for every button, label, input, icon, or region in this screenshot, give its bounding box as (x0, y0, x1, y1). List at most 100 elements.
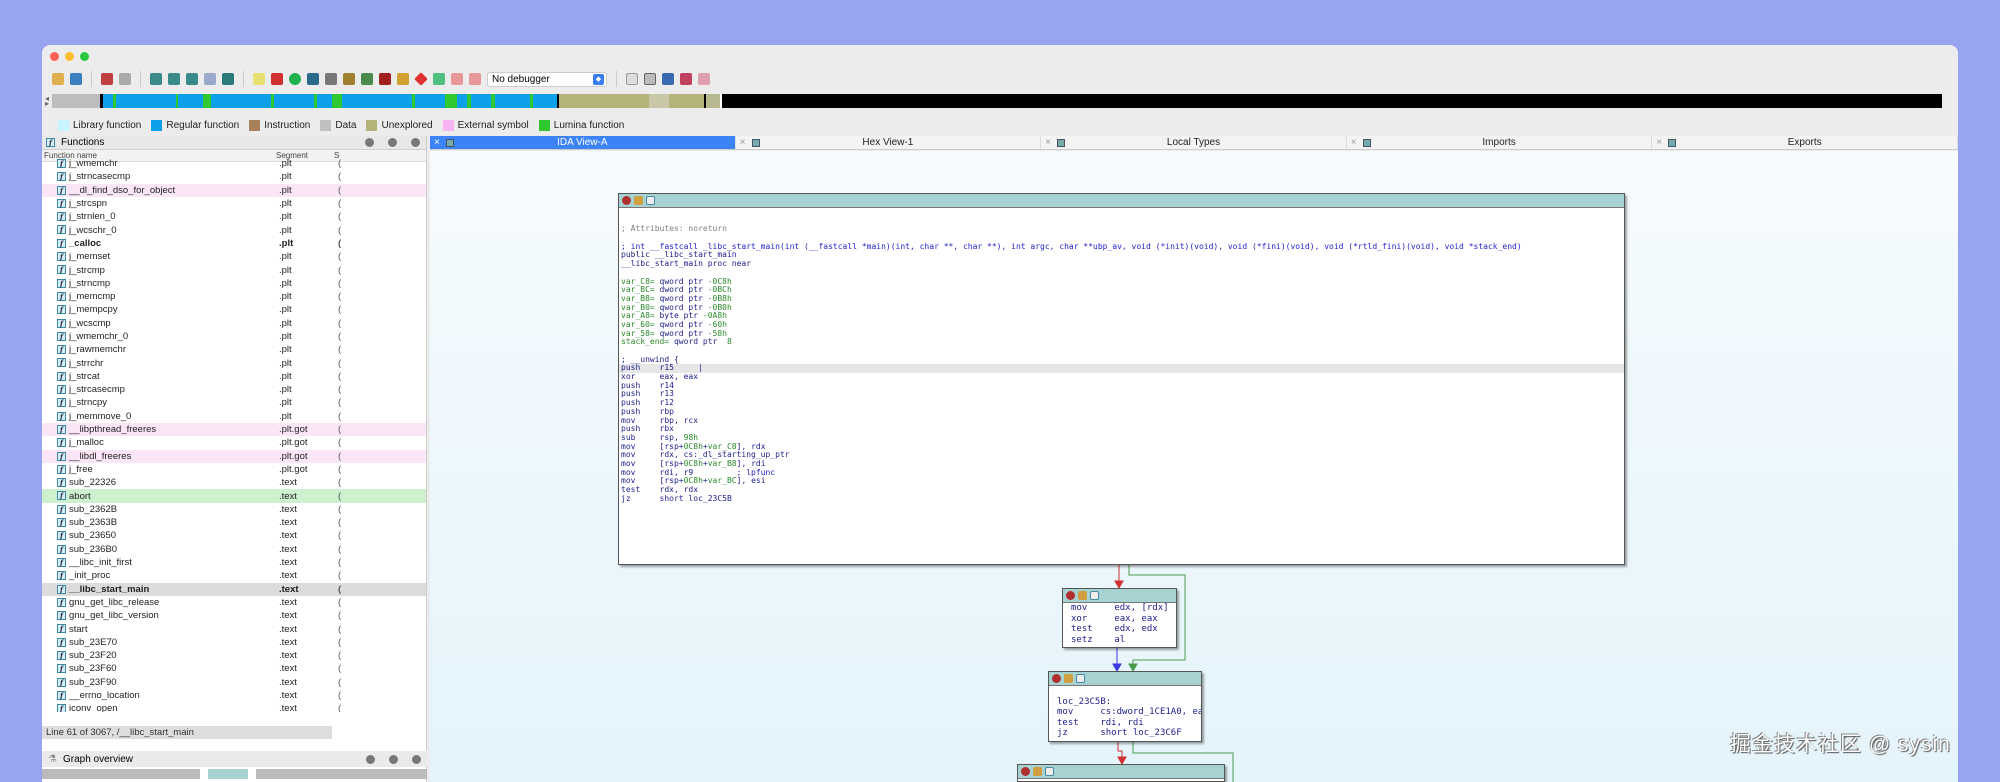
function-row[interactable]: f j_malloc .plt.got ( (42, 436, 426, 449)
function-row[interactable]: f sub_23F20 .text ( (42, 649, 426, 662)
group-node-icon[interactable] (1076, 674, 1085, 683)
function-row[interactable]: f j_strncpy .plt ( (42, 396, 426, 409)
asm-line[interactable]: var_B8= qword ptr -0B8h (619, 294, 1624, 304)
rename-node-icon[interactable] (634, 196, 643, 205)
function-row[interactable]: f sub_2362B .text ( (42, 503, 426, 516)
asm-line[interactable]: loc_23C5B: (1049, 697, 1201, 708)
asm-line[interactable]: xor eax, eax (1063, 614, 1176, 625)
function-row[interactable]: f j_wmemchr_0 .plt ( (42, 330, 426, 343)
tab-ida-view-a[interactable]: × IDA View-A (430, 136, 736, 149)
function-row[interactable]: f j_memmove_0 .plt ( (42, 410, 426, 423)
asm-line[interactable]: push r13 (619, 390, 1624, 399)
segment-icon[interactable] (271, 73, 283, 85)
asm-line[interactable]: stack_end= qword ptr 8 (619, 337, 1624, 347)
asm-line[interactable]: mov rdi, r9 ; lpfunc (619, 468, 1624, 478)
data-icon[interactable] (204, 73, 216, 85)
function-row[interactable]: f iconv_open .text ( (42, 702, 426, 712)
asm-line[interactable] (619, 347, 1624, 356)
string-icon[interactable] (253, 73, 265, 85)
function-row[interactable]: f __libc_init_first .text ( (42, 556, 426, 569)
decompile-icon[interactable] (644, 73, 656, 85)
function-row[interactable]: f sub_2363B .text ( (42, 516, 426, 529)
function-row[interactable]: f gnu_get_libc_version .text ( (42, 609, 426, 622)
asm-line[interactable]: var_C8= qword ptr -0C8h (619, 277, 1624, 287)
asm-line[interactable]: ; __unwind { (619, 355, 1624, 365)
asm-line[interactable] (619, 269, 1624, 278)
function-row[interactable]: f sub_23F90 .text ( (42, 676, 426, 689)
debugger-select[interactable]: No debugger ◆ (487, 71, 607, 87)
tab-imports[interactable]: × Imports (1347, 136, 1653, 149)
function-row[interactable]: f _calloc .plt ( (42, 237, 426, 250)
asm-line[interactable]: sub rsp, 98h (619, 433, 1624, 443)
asm-line[interactable]: jz short loc_23C6F (1049, 728, 1201, 739)
asm-line[interactable]: ; Attributes: noreturn (619, 225, 1624, 234)
rename-node-icon[interactable] (1078, 591, 1087, 600)
function-row[interactable]: f __libc_start_main .text ( (42, 582, 426, 596)
asm-line[interactable]: mov rbp, rcx (619, 416, 1624, 426)
asm-line[interactable]: public __libc_start_main (619, 251, 1624, 260)
asm-line[interactable]: ; int __fastcall _libc_start_main(int (_… (619, 242, 1624, 252)
code-icon[interactable] (186, 73, 198, 85)
panel-close-icon[interactable] (411, 138, 420, 147)
asm-line[interactable]: mov edx, [rdx] (1063, 603, 1176, 614)
list-icon[interactable] (680, 73, 692, 85)
function-row[interactable]: f j_wmemchr .plt ( (42, 157, 426, 170)
binary-icon[interactable] (168, 73, 180, 85)
graph-overview-canvas[interactable] (42, 769, 427, 779)
asm-line[interactable]: test rdx, rdx (619, 485, 1624, 495)
panel-float-icon[interactable] (389, 754, 398, 764)
function-row[interactable]: f j_rawmemchr .plt ( (42, 343, 426, 356)
asm-line[interactable]: xor eax, eax (619, 372, 1624, 382)
function-row[interactable]: f j_strncasecmp .plt ( (42, 170, 426, 183)
function-row[interactable]: f _init_proc .text ( (42, 569, 426, 582)
asm-line[interactable]: jz short loc_23C5B (619, 494, 1624, 504)
terminate-icon[interactable] (469, 73, 481, 85)
jump-icon[interactable] (222, 73, 234, 85)
panel-menu-icon[interactable] (365, 138, 374, 147)
patch-icon[interactable] (343, 73, 355, 85)
function-icon[interactable] (289, 73, 301, 85)
struct-icon[interactable] (307, 73, 319, 85)
stop-icon[interactable] (414, 72, 428, 86)
asm-line[interactable]: var_B0= qword ptr -0B0h (619, 303, 1624, 313)
function-row[interactable]: f j_wcscmp .plt ( (42, 317, 426, 330)
asm-line[interactable]: push rbp (619, 407, 1624, 417)
panel-close-icon[interactable] (412, 754, 421, 764)
group-node-icon[interactable] (1090, 591, 1099, 600)
open-icon[interactable] (52, 73, 64, 85)
function-row[interactable]: f sub_22326 .text ( (42, 476, 426, 489)
minimize-window-button[interactable] (65, 52, 74, 61)
group-node-icon[interactable] (1045, 767, 1054, 776)
function-row[interactable]: f j_strnlen_0 .plt ( (42, 210, 426, 223)
ida-view-graph[interactable]: ; Attributes: noreturn ; int __fastcall … (430, 151, 1958, 782)
asm-line[interactable] (1049, 686, 1201, 697)
code-block-libc-start-main[interactable]: ; Attributes: noreturn ; int __fastcall … (618, 193, 1625, 565)
zoom-window-button[interactable] (80, 52, 89, 61)
color-node-icon[interactable] (1066, 591, 1075, 600)
tab-close-icon[interactable]: × (1045, 136, 1051, 150)
function-row[interactable]: f __dl_find_dso_for_object .plt ( (42, 183, 426, 197)
asm-line[interactable] (619, 208, 1624, 217)
tab-close-icon[interactable]: × (434, 136, 440, 150)
tab-close-icon[interactable]: × (1351, 136, 1357, 150)
asm-line[interactable]: test edx, edx (1063, 624, 1176, 635)
asm-line[interactable]: var_60= qword ptr -60h (619, 320, 1624, 330)
asm-line[interactable]: mov cs:dword_1CE1A0, eax (1049, 707, 1201, 718)
function-row[interactable]: f j_memcmp .plt ( (42, 290, 426, 303)
close-window-button[interactable] (50, 52, 59, 61)
pause-icon[interactable] (451, 73, 463, 85)
functions-list[interactable]: f j_wmemchr .plt(f j_strncasecmp .plt(f __dl_… (42, 157, 426, 712)
function-row[interactable]: f j_memset .plt ( (42, 250, 426, 263)
color-node-icon[interactable] (1021, 767, 1030, 776)
navigation-band[interactable] (52, 94, 1942, 108)
function-row[interactable]: f j_mempcpy .plt ( (42, 303, 426, 316)
breakpoint-icon[interactable] (379, 73, 391, 85)
function-row[interactable]: f sub_23F60 .text ( (42, 662, 426, 675)
function-row[interactable]: f j_strcasecmp .plt ( (42, 383, 426, 396)
save-icon[interactable] (70, 73, 82, 85)
function-row[interactable]: f j_strcmp .plt ( (42, 263, 426, 276)
pseudocode-icon[interactable] (626, 73, 638, 85)
panel-float-icon[interactable] (388, 138, 397, 147)
asm-line[interactable]: push r14 (619, 381, 1624, 391)
function-row[interactable]: f __errno_location .text ( (42, 689, 426, 702)
